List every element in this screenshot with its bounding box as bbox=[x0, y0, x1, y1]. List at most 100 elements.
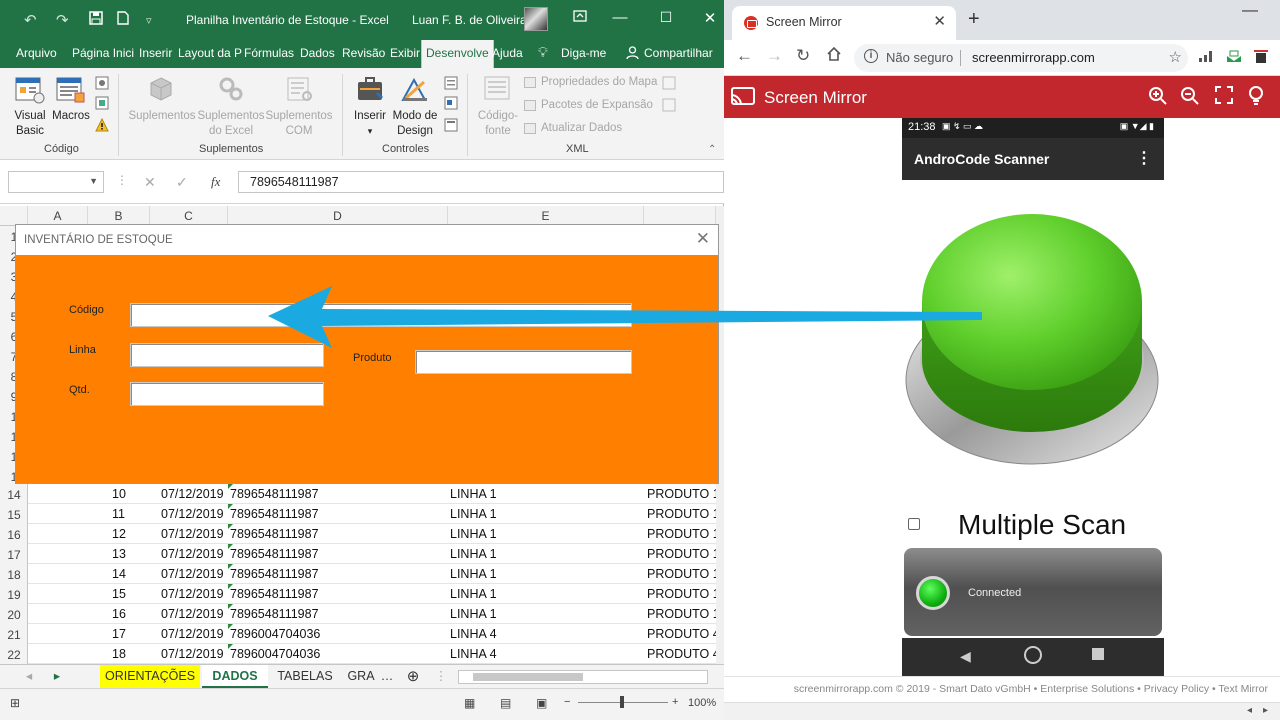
tab-layout[interactable]: Layout da P bbox=[178, 46, 242, 60]
page-break-view-icon[interactable]: ▣ bbox=[536, 696, 547, 710]
cell-product[interactable]: PRODUTO 4 bbox=[647, 647, 720, 661]
codigo-fonte-button[interactable]: Código-fonte bbox=[472, 109, 524, 139]
scroll-tabs-left-icon[interactable]: ◂ bbox=[22, 665, 36, 688]
cell-id[interactable]: 14 bbox=[112, 567, 126, 581]
cell-date[interactable]: 07/12/2019 bbox=[161, 567, 224, 581]
row-header[interactable]: 18 bbox=[0, 568, 28, 582]
cell-line[interactable]: LINHA 1 bbox=[450, 587, 497, 601]
macros-icon[interactable] bbox=[56, 76, 86, 109]
cell-id[interactable]: 12 bbox=[112, 527, 126, 541]
nav-home-icon[interactable] bbox=[1024, 646, 1042, 664]
collapse-ribbon-icon[interactable]: ⌃ bbox=[708, 142, 716, 157]
cell-line[interactable]: LINHA 1 bbox=[450, 487, 497, 501]
sheet-tab-dados[interactable]: DADOS bbox=[202, 665, 268, 688]
cell-date[interactable]: 07/12/2019 bbox=[161, 607, 224, 621]
maximize-icon[interactable]: ☐ bbox=[656, 9, 676, 26]
column-header-f[interactable] bbox=[644, 206, 716, 226]
cell-product[interactable]: PRODUTO 1 bbox=[647, 567, 720, 581]
page-layout-view-icon[interactable]: ▤ bbox=[500, 696, 511, 710]
back-icon[interactable]: ← bbox=[736, 46, 753, 66]
multiple-scan-label[interactable]: Multiple Scan bbox=[958, 509, 1126, 541]
share-button[interactable]: Compartilhar bbox=[644, 46, 713, 60]
modo-design-button[interactable]: Modo de Design bbox=[389, 109, 441, 139]
linha-input[interactable] bbox=[130, 343, 324, 367]
page-horizontal-scrollbar[interactable]: ◂ ▸ bbox=[724, 702, 1280, 720]
insert-controls-icon[interactable] bbox=[356, 76, 386, 109]
horizontal-scrollbar[interactable] bbox=[458, 670, 708, 684]
nav-recents-icon[interactable] bbox=[1092, 648, 1104, 660]
cell-line[interactable]: LINHA 1 bbox=[450, 527, 497, 541]
close-tab-icon[interactable]: ✕ bbox=[933, 12, 946, 30]
design-mode-icon[interactable] bbox=[400, 76, 430, 109]
column-header-d[interactable]: D bbox=[228, 206, 448, 226]
macros-button[interactable]: Macros bbox=[50, 109, 92, 124]
scroll-left-icon[interactable]: ◂ bbox=[1247, 705, 1252, 716]
row-header[interactable]: 14 bbox=[0, 488, 28, 502]
cell-date[interactable]: 07/12/2019 bbox=[161, 527, 224, 541]
cell-product[interactable]: PRODUTO 1 bbox=[647, 487, 720, 501]
cell-date[interactable]: 07/12/2019 bbox=[161, 587, 224, 601]
more-sheets-icon[interactable]: … bbox=[380, 665, 394, 688]
column-header-a[interactable]: A bbox=[28, 206, 88, 226]
confirm-entry-icon[interactable]: ✓ bbox=[176, 174, 188, 191]
tab-revisao[interactable]: Revisão bbox=[342, 46, 385, 60]
share-icon[interactable] bbox=[626, 46, 639, 62]
ribbon-display-options-icon[interactable] bbox=[570, 9, 590, 26]
scrollbar-thumb[interactable] bbox=[473, 673, 583, 681]
cell-product[interactable]: PRODUTO 1 bbox=[647, 607, 720, 621]
row-header[interactable]: 17 bbox=[0, 548, 28, 562]
trash-extension-icon[interactable] bbox=[1254, 49, 1268, 69]
nav-back-icon[interactable]: ◀ bbox=[960, 648, 971, 665]
reload-icon[interactable]: ↻ bbox=[796, 46, 810, 66]
visual-basic-icon[interactable] bbox=[15, 76, 45, 109]
row-header[interactable]: 22 bbox=[0, 648, 28, 662]
tab-pagina-inicial[interactable]: Página Inici bbox=[72, 46, 134, 60]
sheet-tab-orientacoes[interactable]: ORIENTAÇÕES bbox=[100, 665, 200, 688]
select-all-corner[interactable] bbox=[0, 206, 28, 226]
formula-input[interactable]: 7896548111987 bbox=[238, 171, 724, 193]
cell-product[interactable]: PRODUTO 1 bbox=[647, 587, 720, 601]
scroll-tabs-right-icon[interactable]: ▸ bbox=[50, 665, 64, 688]
scroll-right-icon[interactable]: ▸ bbox=[1263, 705, 1268, 716]
cell-date[interactable]: 07/12/2019 bbox=[161, 627, 224, 641]
suplementos-excel-button[interactable]: Suplementos do Excel bbox=[196, 109, 266, 139]
sheet-tab-graficos[interactable]: GRA bbox=[346, 665, 376, 688]
undo-icon[interactable]: ↶ bbox=[24, 11, 37, 29]
browser-tab[interactable]: Screen Mirror ✕ bbox=[732, 6, 956, 40]
table-row[interactable]: 15 07/12/2019 7896548111987 LINHA 1 PRODUTO … bbox=[28, 584, 720, 604]
tab-dados[interactable]: Dados bbox=[300, 46, 335, 60]
tab-formulas[interactable]: Fórmulas bbox=[244, 46, 294, 60]
cell-code[interactable]: 7896548111987 bbox=[230, 547, 319, 561]
run-dialog-icon[interactable] bbox=[444, 118, 458, 137]
minimize-icon[interactable]: — bbox=[1242, 2, 1258, 20]
cell-code[interactable]: 7896004704036 bbox=[230, 647, 320, 661]
codigo-input[interactable] bbox=[130, 303, 632, 327]
zoom-slider-thumb[interactable] bbox=[620, 696, 624, 708]
tab-arquivo[interactable]: Arquivo bbox=[16, 46, 57, 60]
cell-id[interactable]: 13 bbox=[112, 547, 126, 561]
redo-icon[interactable]: ↷ bbox=[56, 11, 69, 29]
cell-id[interactable]: 16 bbox=[112, 607, 126, 621]
new-tab-icon[interactable]: + bbox=[968, 8, 980, 31]
column-header-b[interactable]: B bbox=[88, 206, 150, 226]
sheet-tab-tabelas[interactable]: TABELAS bbox=[270, 665, 340, 688]
signal-extension-icon[interactable] bbox=[1198, 49, 1214, 68]
cell-line[interactable]: LINHA 1 bbox=[450, 547, 497, 561]
address-bar[interactable]: i Não seguro screenmirrorapp.com ☆ bbox=[854, 44, 1188, 72]
suplementos-button[interactable]: Suplementos bbox=[127, 109, 197, 124]
cell-code[interactable]: 7896548111987 bbox=[230, 487, 319, 501]
tab-ajuda[interactable]: Ajuda bbox=[492, 46, 523, 60]
tell-me-search[interactable]: Diga-me bbox=[561, 46, 606, 60]
view-code-icon[interactable] bbox=[444, 96, 458, 115]
atualizar-dados-button[interactable]: Atualizar Dados bbox=[524, 122, 622, 134]
save-icon[interactable] bbox=[89, 11, 103, 29]
table-row[interactable]: 12 07/12/2019 7896548111987 LINHA 1 PRODUTO … bbox=[28, 524, 720, 544]
cell-code[interactable]: 7896548111987 bbox=[230, 507, 319, 521]
cell-code[interactable]: 7896548111987 bbox=[230, 527, 319, 541]
cell-id[interactable]: 15 bbox=[112, 587, 126, 601]
cell-product[interactable]: PRODUTO 1 bbox=[647, 547, 720, 561]
cell-line[interactable]: LINHA 1 bbox=[450, 607, 497, 621]
suplementos-com-button[interactable]: Suplementos COM bbox=[264, 109, 334, 139]
zoom-out-icon[interactable] bbox=[1180, 86, 1200, 111]
multiple-scan-checkbox[interactable] bbox=[908, 518, 920, 530]
